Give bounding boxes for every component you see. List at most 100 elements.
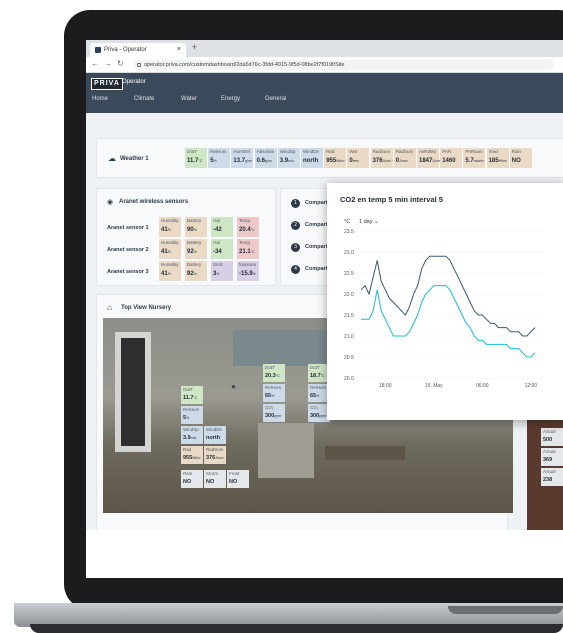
tile-label: CO₂ [265, 405, 274, 410]
weather-tile[interactable]: RadSum 0J/cm² [393, 148, 416, 168]
sensor-tile[interactable]: SmS 3% [211, 261, 233, 281]
tile-label: OutT [187, 149, 198, 154]
address-bar: ← → ↻ operator.priva.com/customdashboard… [86, 57, 563, 73]
chart-popup[interactable]: CO2 en temp 5 min interval 5 °C 1 day ⌄ … [327, 183, 563, 420]
tile-label: AvRdMo [419, 149, 437, 154]
sensor-tile[interactable]: rssi -34 [211, 239, 233, 259]
sensor-tile[interactable]: rssi -42 [211, 217, 233, 237]
weather-tile[interactable]: HumDef 13.7g/m³ [231, 148, 254, 168]
tile-label: Rain [511, 149, 522, 154]
tile-value: 3.9m/s [280, 158, 294, 164]
weather-tile[interactable]: Wet 0mm [347, 148, 370, 168]
sensor-tile[interactable]: Temp 20.4°C [237, 217, 259, 237]
series-line [361, 285, 536, 358]
weather-tile[interactable]: PAR 1460 [440, 148, 463, 168]
tile-unit: g/m³ [245, 159, 253, 163]
tile-unit: J/cm² [215, 456, 224, 460]
tile-value: 3% [213, 271, 219, 277]
y-tick-label: 21.0 [344, 334, 354, 340]
tile-unit: mm [352, 159, 359, 163]
tile-value: 41% [161, 249, 171, 255]
map-tile[interactable]: RadSum 376J/cm² [204, 446, 226, 464]
lock-icon [137, 63, 141, 67]
weather-tile[interactable]: Irrad 185W/m² [486, 148, 509, 168]
reload-icon[interactable]: ↻ [117, 59, 124, 68]
weather-tile[interactable]: WindSp 3.9m/s [277, 148, 300, 168]
map-tile[interactable]: Rain NO [181, 470, 203, 488]
tile-value: 5.7mol/m² [465, 158, 484, 164]
map-tile[interactable]: WindDir north [204, 426, 226, 444]
close-tab-icon[interactable]: × [177, 43, 181, 57]
map-tile[interactable]: Storm NO [204, 470, 226, 488]
back-icon[interactable]: ← [91, 59, 99, 68]
app-header: PRIVA Operator Home Climate Water Energy… [86, 73, 563, 113]
menu-water[interactable]: Water [181, 96, 197, 102]
map-tile[interactable]: RelHum 65% [263, 384, 285, 402]
new-tab-icon[interactable]: + [192, 42, 197, 52]
tile-unit: m/s [288, 159, 294, 163]
weather-tile[interactable]: RelHum 5% [208, 148, 231, 168]
url-input[interactable]: operator.priva.com/customdashboard/2da5d… [134, 60, 554, 70]
page-footer [86, 530, 563, 578]
menu-energy[interactable]: Energy [221, 96, 240, 102]
weather-tile[interactable]: WindDir north [301, 148, 323, 168]
tile-label: Temp [239, 240, 251, 245]
menu-general[interactable]: General [265, 96, 286, 102]
compartment-link[interactable]: Compart [305, 222, 328, 228]
weather-tile[interactable]: Absolute 0.6g/m³ [254, 148, 277, 168]
sensor-tile[interactable]: Humidity 41% [159, 261, 181, 281]
tile-label: Battery [187, 262, 202, 267]
sensor-name[interactable]: Aranet sensor 3 [107, 269, 149, 275]
compartment-link[interactable]: Compart [305, 244, 328, 250]
sensor-tile[interactable]: Humidity 41% [159, 217, 181, 237]
side-tile[interactable]: Actual 500 [541, 428, 563, 446]
line-chart[interactable]: 23.5 23.0 22.5 22.0 21.5 21.0 20.5 20.0 18:00 19.… [327, 183, 563, 420]
tile-value: 0J/cm² [396, 158, 408, 164]
sensor-tile[interactable]: Moisture -15.9% [237, 261, 259, 281]
weather-tile[interactable]: RadSum 376J/cm² [370, 148, 393, 168]
sensor-name[interactable]: Aranet sensor 1 [107, 225, 149, 231]
map-tile[interactable]: Frost NO [227, 470, 249, 488]
tile-value-number: 41 [161, 249, 168, 255]
tile-unit: °C [320, 374, 325, 378]
tile-unit: W/m² [192, 456, 201, 460]
tile-value-number: 1847 [419, 158, 433, 164]
y-tick-label: 23.0 [344, 250, 354, 256]
tile-value: 20.3°C [265, 373, 280, 379]
tile-unit: °C [250, 228, 255, 232]
forward-icon[interactable]: → [104, 59, 112, 68]
map-tile[interactable]: OutT 11.7°C [181, 386, 203, 404]
compartment-link[interactable]: Compart [305, 266, 328, 272]
sensor-tile[interactable]: Humidity 41% [159, 239, 181, 259]
compartment-link[interactable]: Compart [305, 200, 328, 206]
side-tile[interactable]: Actual 238 [541, 468, 563, 486]
map-tile[interactable]: DotT 20.3°C [263, 364, 285, 382]
tile-unit: °C [193, 396, 198, 400]
sensor-tile[interactable]: Battery 90% [185, 217, 207, 237]
sensor-name[interactable]: Aranet sensor 2 [107, 247, 149, 253]
tile-value-number: 955 [183, 455, 193, 461]
weather-tile[interactable]: PARsum 5.7mol/m² [463, 148, 486, 168]
sensor-tile[interactable]: Battery 92% [185, 261, 207, 281]
browser-tab[interactable]: Priva - Operator × [90, 43, 186, 57]
weather-tile[interactable]: AvRdMo 1847J/cm² [417, 148, 441, 168]
sensor-tile[interactable]: Battery 92% [185, 239, 207, 259]
tile-value-number: 11.7 [187, 158, 199, 164]
sensor-tile[interactable]: Temp 21.1°C [237, 239, 259, 259]
location-pin-icon[interactable]: ● [231, 382, 236, 391]
weather-tile[interactable]: Rain NO [509, 148, 532, 168]
side-tile[interactable]: Actual 369 [541, 448, 563, 466]
menu-home[interactable]: Home [92, 96, 108, 102]
weather-tile[interactable]: Rad 955W/m² [324, 148, 347, 168]
map-tile[interactable]: WindSp 3.9m/s [181, 426, 203, 444]
map-tile[interactable]: RelHum 5% [181, 406, 203, 424]
tile-label: Actual [543, 469, 556, 474]
weather-card: ☁ Weather 1 OutT 11.7°C RelHum 5% HumDef 13.7… [96, 138, 563, 178]
weather-tile[interactable]: OutT 11.7°C [185, 148, 207, 168]
menu-climate[interactable]: Climate [134, 96, 154, 102]
map-tile[interactable]: Rad 955W/m² [181, 446, 203, 464]
y-tick-label: 21.5 [344, 313, 354, 319]
map-tile[interactable]: CO₂ 300ppm [263, 404, 285, 422]
tile-value-number: 376 [206, 455, 216, 461]
tile-value-number: -34 [213, 249, 222, 255]
